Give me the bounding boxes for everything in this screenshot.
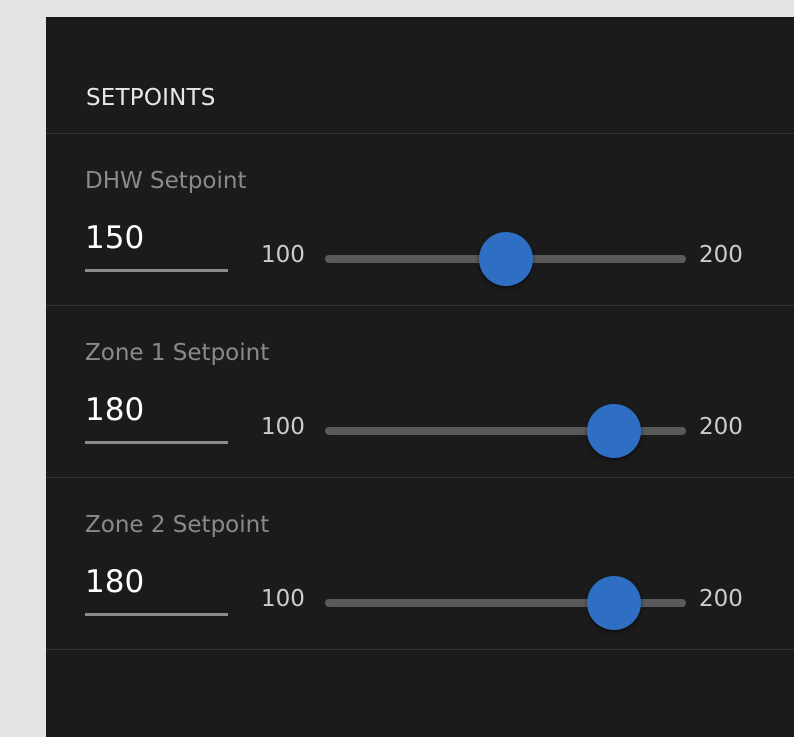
setpoint-value[interactable]: 180 (85, 564, 144, 600)
slider-min-label: 100 (261, 414, 305, 440)
zone-2-setpoint-input[interactable]: 180 (85, 564, 228, 616)
setpoint-label: Zone 2 Setpoint (85, 512, 270, 538)
input-underline (85, 441, 228, 444)
setpoint-row-dhw: DHW Setpoint 150 100 200 (46, 134, 794, 306)
zone-1-setpoint-slider[interactable] (325, 404, 686, 458)
setpoint-label: DHW Setpoint (85, 168, 247, 194)
setpoint-row-zone-1: Zone 1 Setpoint 180 100 200 (46, 306, 794, 478)
setpoint-row-zone-2: Zone 2 Setpoint 180 100 200 (46, 478, 794, 650)
input-underline (85, 613, 228, 616)
setpoint-value[interactable]: 180 (85, 392, 144, 428)
zone-2-setpoint-slider[interactable] (325, 576, 686, 630)
zone-1-setpoint-input[interactable]: 180 (85, 392, 228, 444)
input-underline (85, 269, 228, 272)
setpoint-value[interactable]: 150 (85, 220, 144, 256)
slider-thumb[interactable] (586, 576, 641, 630)
dhw-setpoint-slider[interactable] (325, 232, 686, 286)
slider-max-label: 200 (699, 242, 743, 268)
slider-min-label: 100 (261, 586, 305, 612)
slider-thumb[interactable] (586, 404, 641, 458)
dhw-setpoint-input[interactable]: 150 (85, 220, 228, 272)
slider-max-label: 200 (699, 414, 743, 440)
setpoints-panel: SETPOINTS DHW Setpoint 150 100 200 Zone … (46, 17, 794, 737)
slider-max-label: 200 (699, 586, 743, 612)
setpoint-label: Zone 1 Setpoint (85, 340, 270, 366)
panel-header: SETPOINTS (46, 17, 794, 134)
slider-min-label: 100 (261, 242, 305, 268)
panel-title: SETPOINTS (86, 85, 216, 111)
slider-thumb[interactable] (478, 232, 533, 286)
